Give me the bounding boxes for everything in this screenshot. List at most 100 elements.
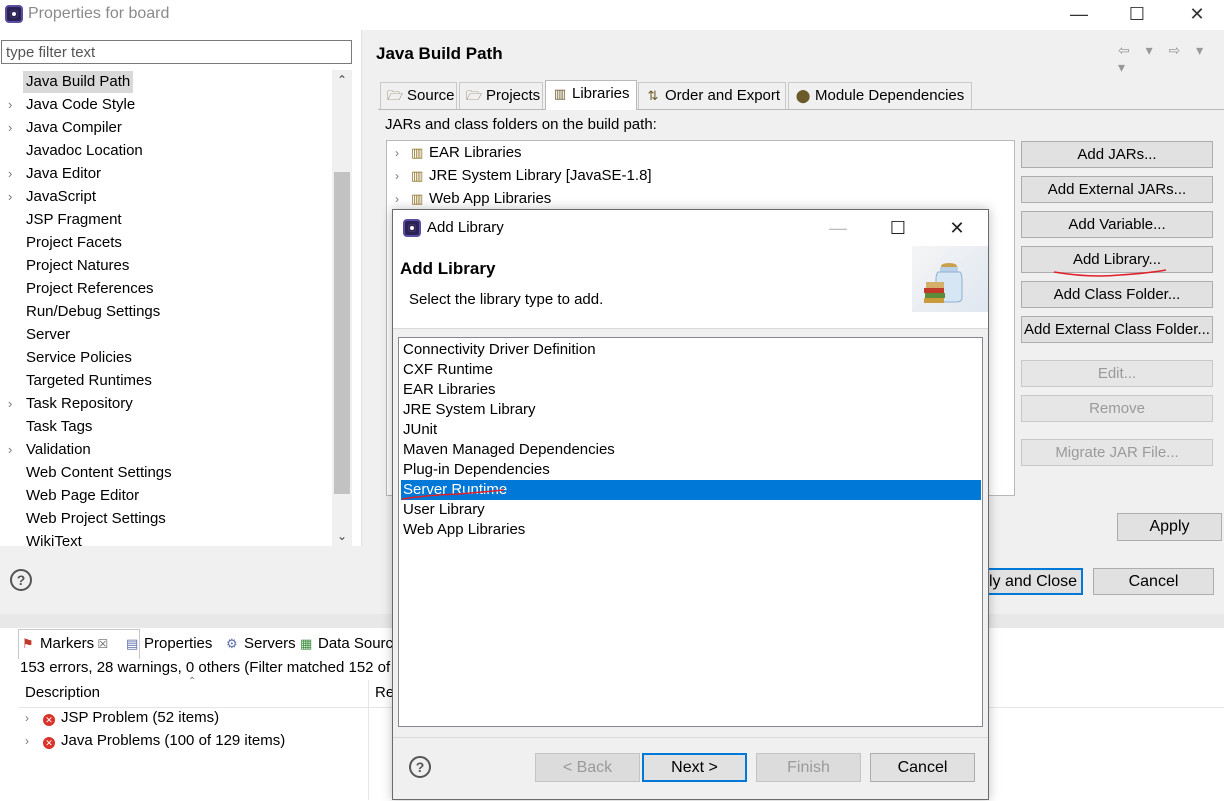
scroll-down-icon[interactable]: ⌄ bbox=[332, 526, 352, 546]
tree-item-project-natures[interactable]: Project Natures bbox=[26, 255, 129, 277]
add-jars-button[interactable]: Add JARs... bbox=[1021, 141, 1213, 168]
remove-button[interactable]: Remove bbox=[1021, 395, 1213, 422]
library-type-cxf-runtime[interactable]: CXF Runtime bbox=[401, 360, 981, 380]
bottom-tab-data-source-explorer[interactable]: ▦ Data Source Explorer bbox=[300, 632, 392, 656]
tree-item-targeted-runtimes[interactable]: Targeted Runtimes bbox=[26, 370, 152, 392]
expand-arrow-icon[interactable]: › bbox=[8, 94, 18, 116]
eclipse-dialog-icon bbox=[403, 219, 421, 237]
edit-button[interactable]: Edit... bbox=[1021, 360, 1213, 387]
tree-item-server[interactable]: Server bbox=[26, 324, 70, 346]
tree-item-project-references[interactable]: Project References bbox=[26, 278, 154, 300]
column-description[interactable]: Description bbox=[25, 684, 100, 701]
library-entry[interactable]: › ▥ JRE System Library [JavaSE-1.8] bbox=[395, 165, 652, 187]
expand-arrow-icon[interactable]: › bbox=[395, 188, 411, 210]
library-icon: ▥ bbox=[411, 168, 424, 183]
tree-item-javadoc-location[interactable]: Javadoc Location bbox=[26, 140, 143, 162]
markers-icon: ⚑ bbox=[22, 636, 34, 651]
annotation-underline-add-library bbox=[1053, 269, 1167, 277]
module-dependencies-icon: ⬤ bbox=[795, 88, 811, 103]
migrate-jar-file-button[interactable]: Migrate JAR File... bbox=[1021, 439, 1213, 466]
dialog-description: Select the library type to add. bbox=[409, 291, 604, 308]
expand-arrow-icon[interactable]: › bbox=[395, 165, 411, 187]
expand-arrow-icon[interactable]: › bbox=[8, 393, 18, 415]
tree-item-wikitext[interactable]: WikiText bbox=[26, 531, 82, 546]
tree-item-validation[interactable]: Validation bbox=[26, 439, 91, 461]
help-icon[interactable]: ? bbox=[10, 569, 32, 591]
tab-order-and-export[interactable]: ⇅ Order and Export bbox=[638, 82, 786, 109]
tab-module-dependencies[interactable]: ⬤ Module Dependencies bbox=[788, 82, 972, 109]
tree-item-java-editor[interactable]: Java Editor bbox=[26, 163, 101, 185]
error-icon: ✕ bbox=[43, 737, 55, 749]
dialog-cancel-button[interactable]: Cancel bbox=[870, 753, 975, 782]
tree-item-web-page-editor[interactable]: Web Page Editor bbox=[26, 485, 139, 507]
marker-row[interactable]: › ✕ JSP Problem (52 items) bbox=[25, 707, 219, 729]
tab-label: Libraries bbox=[572, 85, 630, 102]
bottom-tab-servers[interactable]: ⚙ Servers bbox=[226, 632, 296, 656]
scroll-up-icon[interactable]: ⌃ bbox=[332, 70, 352, 90]
scrollbar-thumb[interactable] bbox=[334, 172, 350, 494]
next-button[interactable]: Next > bbox=[642, 753, 747, 782]
marker-row[interactable]: › ✕ Java Problems (100 of 129 items) bbox=[25, 730, 285, 752]
tree-item-project-facets[interactable]: Project Facets bbox=[26, 232, 122, 254]
close-tab-icon[interactable]: ☒ bbox=[94, 637, 109, 651]
apply-button[interactable]: Apply bbox=[1117, 513, 1222, 541]
expand-arrow-icon[interactable]: › bbox=[8, 439, 18, 461]
tree-item-java-code-style[interactable]: Java Code Style bbox=[26, 94, 135, 116]
marker-label: JSP Problem (52 items) bbox=[61, 709, 220, 726]
tree-item-java-build-path[interactable]: Java Build Path bbox=[23, 71, 134, 93]
tree-item-web-project-settings[interactable]: Web Project Settings bbox=[26, 508, 166, 530]
tree-scrollbar[interactable]: ⌃ ⌄ bbox=[332, 70, 352, 546]
dialog-heading: Add Library bbox=[400, 259, 496, 278]
tree-item-task-tags[interactable]: Task Tags bbox=[26, 416, 92, 438]
expand-arrow-icon[interactable]: › bbox=[395, 142, 411, 164]
add-variable-button[interactable]: Add Variable... bbox=[1021, 211, 1213, 238]
expand-arrow-icon[interactable]: › bbox=[8, 163, 18, 185]
tree-item-java-compiler[interactable]: Java Compiler bbox=[26, 117, 122, 139]
library-type-junit[interactable]: JUnit bbox=[401, 420, 981, 440]
maximize-button[interactable]: ☐ bbox=[1114, 2, 1160, 28]
tab-projects[interactable]: 🗁 Projects bbox=[459, 82, 543, 109]
tree-item-run-debug-settings[interactable]: Run/Debug Settings bbox=[26, 301, 160, 323]
bottom-tab-markers[interactable]: ⚑ Markers ☒ bbox=[22, 632, 108, 656]
bottom-tab-label: Data Source Explorer bbox=[318, 635, 392, 652]
bottom-tab-properties[interactable]: ▤ Properties bbox=[126, 632, 212, 656]
tree-item-jsp-fragment[interactable]: JSP Fragment bbox=[26, 209, 122, 231]
library-type-web-app-libraries[interactable]: Web App Libraries bbox=[401, 520, 981, 540]
finish-button[interactable]: Finish bbox=[756, 753, 861, 782]
dialog-close-button[interactable]: ✕ bbox=[937, 214, 977, 242]
minimize-button[interactable]: — bbox=[1056, 2, 1102, 28]
back-button[interactable]: < Back bbox=[535, 753, 640, 782]
marker-label: Java Problems (100 of 129 items) bbox=[61, 732, 286, 749]
eclipse-app-icon bbox=[5, 5, 23, 23]
tab-source[interactable]: 🗁 Source bbox=[380, 82, 457, 109]
library-type-connectivity-driver-definition[interactable]: Connectivity Driver Definition bbox=[401, 340, 981, 360]
expand-arrow-icon[interactable]: › bbox=[25, 707, 43, 729]
library-entry[interactable]: › ▥ Web App Libraries bbox=[395, 188, 551, 210]
close-button[interactable]: ✕ bbox=[1174, 2, 1220, 28]
library-type-user-library[interactable]: User Library bbox=[401, 500, 981, 520]
add-class-folder-button[interactable]: Add Class Folder... bbox=[1021, 281, 1213, 308]
dialog-help-icon[interactable]: ? bbox=[409, 756, 431, 778]
expand-arrow-icon[interactable]: › bbox=[8, 186, 18, 208]
library-type-plug-in-dependencies[interactable]: Plug-in Dependencies bbox=[401, 460, 981, 480]
tree-item-service-policies[interactable]: Service Policies bbox=[26, 347, 132, 369]
tree-item-web-content-settings[interactable]: Web Content Settings bbox=[26, 462, 172, 484]
library-entry[interactable]: › ▥ EAR Libraries bbox=[395, 142, 522, 164]
history-nav[interactable]: ⇦ ▾ ⇨ ▾ ▾ bbox=[1118, 42, 1224, 76]
tree-item-javascript[interactable]: JavaScript bbox=[26, 186, 96, 208]
add-external-jars-button[interactable]: Add External JARs... bbox=[1021, 176, 1213, 203]
dialog-maximize-button[interactable]: ☐ bbox=[878, 214, 918, 242]
column-separator[interactable] bbox=[368, 680, 369, 800]
expand-arrow-icon[interactable]: › bbox=[8, 117, 18, 139]
bottom-tab-label: Servers bbox=[244, 635, 296, 652]
library-type-maven-managed-dependencies[interactable]: Maven Managed Dependencies bbox=[401, 440, 981, 460]
tab-libraries[interactable]: ▥ Libraries bbox=[545, 80, 637, 110]
cancel-button[interactable]: Cancel bbox=[1093, 568, 1214, 595]
library-type-jre-system-library[interactable]: JRE System Library bbox=[401, 400, 981, 420]
tree-item-task-repository[interactable]: Task Repository bbox=[26, 393, 133, 415]
filter-input[interactable] bbox=[1, 40, 352, 64]
build-path-label: JARs and class folders on the build path… bbox=[385, 116, 657, 133]
expand-arrow-icon[interactable]: › bbox=[25, 730, 43, 752]
library-type-ear-libraries[interactable]: EAR Libraries bbox=[401, 380, 981, 400]
add-external-class-folder-button[interactable]: Add External Class Folder... bbox=[1021, 316, 1213, 343]
